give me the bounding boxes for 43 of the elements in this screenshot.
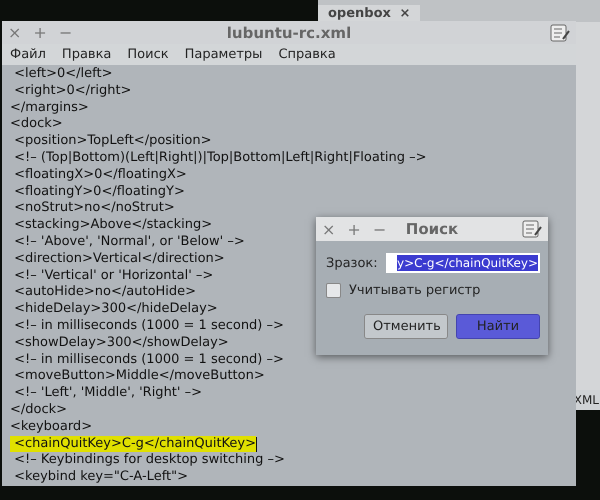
window-title: lubuntu-rc.xml xyxy=(226,24,352,42)
code-line: <left>0</left> xyxy=(13,66,112,83)
code-line: <!– Keybindings for desktop switching –> xyxy=(13,452,285,470)
notepad-icon xyxy=(522,220,542,238)
search-field[interactable]: y>C-g</chainQuitKey> xyxy=(386,253,540,273)
window-control[interactable]: × xyxy=(322,220,336,238)
folder-tab[interactable]: openbox × xyxy=(318,5,420,22)
cancel-button[interactable]: Отменить xyxy=(364,314,448,339)
code-line: <keybind key="C-A-Left"> xyxy=(13,469,188,486)
window-control[interactable]: + xyxy=(347,220,361,238)
code-line: <moveButton>Middle</moveButton> xyxy=(13,368,265,386)
code-line: <dock> xyxy=(10,116,63,134)
notepad-icon xyxy=(550,24,570,42)
menu-item[interactable]: Файл xyxy=(10,47,46,62)
window-control[interactable]: − xyxy=(372,220,386,238)
code-line: <hideDelay>300</hideDelay> xyxy=(13,301,218,318)
code-line: <autoHide>no</autoHide> xyxy=(13,284,196,302)
code-line: </dock> xyxy=(10,402,68,419)
code-line: <right>0</right> xyxy=(13,82,132,100)
pattern-label: Зразок: xyxy=(326,256,378,270)
menu-item[interactable]: Правка xyxy=(62,47,112,62)
code-line: <floatingY>0</floatingY> xyxy=(13,184,185,200)
code-line: <floatingX>0</floatingX> xyxy=(13,166,187,184)
menu-item[interactable]: Справка xyxy=(278,47,336,62)
dialog-title: Поиск xyxy=(406,220,458,238)
menu-item[interactable]: Поиск xyxy=(127,47,169,62)
code-line: </margins> xyxy=(10,100,89,116)
code-line: <stacking>Above</stacking> xyxy=(13,217,212,234)
code-line: <!– in milliseconds (1000 = 1 second) –> xyxy=(13,352,284,368)
code-line: <!– (Top|Bottom)(Left|Right|)|Top|Bottom|Left|Right|Floating –> xyxy=(13,150,427,167)
menu-item[interactable]: Параметры xyxy=(184,47,262,62)
code-line: <!– 'Above', 'Normal', or 'Below' –> xyxy=(13,234,245,251)
code-line: <!– 'Left', 'Middle', 'Right' –> xyxy=(13,385,202,402)
checkbox-label: Учитывать регистр xyxy=(349,283,480,298)
code-line: <direction>Vertical</direction> xyxy=(13,250,225,268)
code-line: <noStrut>no</noStrut> xyxy=(13,200,175,218)
text-cursor xyxy=(256,436,258,452)
code-line: <keyboard> xyxy=(10,418,92,436)
code-line: <!– 'Vertical' or 'Horizontal' –> xyxy=(13,268,214,284)
code-line: <position>TopLeft</position> xyxy=(13,133,212,150)
case-checkbox[interactable] xyxy=(326,283,341,298)
code-line: <showDelay>300</showDelay> xyxy=(13,334,229,352)
code-line: <!– in milliseconds (1000 = 1 second) –> xyxy=(13,318,284,335)
